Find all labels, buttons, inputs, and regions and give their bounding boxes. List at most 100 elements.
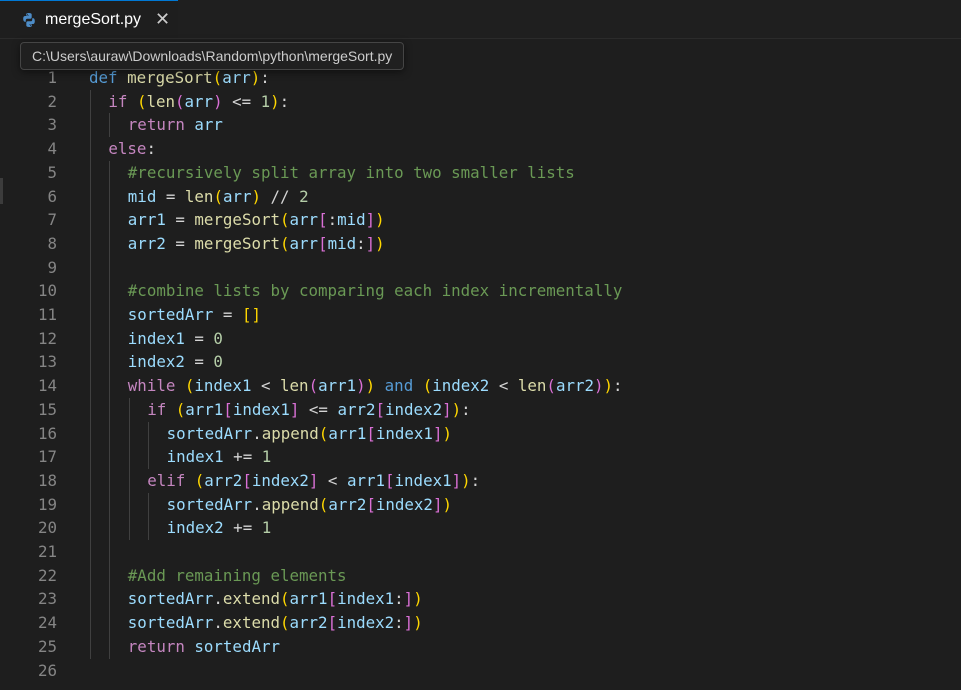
code-line[interactable]: 11 sortedArr = []: [0, 303, 961, 327]
code-line[interactable]: 22 #Add remaining elements: [0, 563, 961, 588]
indent-guide: [109, 279, 111, 304]
code-line[interactable]: 17 index1 += 1: [0, 445, 961, 470]
code-text: arr2 = mergeSort(arr[mid:]): [128, 232, 385, 256]
code-line[interactable]: 9: [0, 255, 961, 280]
line-number: 25: [37, 636, 57, 656]
code-line[interactable]: 12 index1 = 0: [0, 326, 961, 351]
code-text: while (index1 < len(arr1)) and (index2 <…: [128, 374, 623, 398]
code-token: return: [127, 115, 185, 135]
indent-guide: [109, 326, 111, 351]
code-line[interactable]: 15 if (arr1[index1] <= arr2[index2]):: [0, 397, 961, 422]
tab-mergesort[interactable]: mergeSort.py ✕: [0, 0, 178, 38]
code-token: len: [517, 376, 547, 396]
code-token: arr: [194, 115, 223, 135]
indent-guide: [90, 184, 91, 209]
code-token: while: [127, 376, 176, 396]
code-token: [: [327, 613, 338, 633]
code-token: ): [442, 423, 452, 443]
code-line[interactable]: 23 sortedArr.extend(arr1[index1:]): [0, 587, 961, 612]
code-line[interactable]: 10 #combine lists by comparing each index…: [0, 279, 961, 304]
line-number: 22: [37, 565, 57, 585]
line-number: 24: [37, 613, 57, 633]
code-token: extend: [222, 613, 280, 633]
line-number: 14: [37, 376, 57, 396]
code-line[interactable]: 3 return arr: [0, 113, 961, 138]
code-line[interactable]: 5 #recursively split array into two small…: [0, 160, 961, 185]
indent-guide: [90, 231, 91, 256]
code-token: :: [146, 139, 156, 159]
code-token: 1: [261, 518, 272, 538]
code-token: sortedArr: [166, 423, 253, 443]
code-token: mergeSort: [194, 210, 280, 230]
code-token: (: [212, 68, 223, 87]
code-token: index2: [166, 518, 224, 538]
line-number: 2: [47, 91, 57, 111]
indent-guide: [90, 563, 91, 588]
code-line[interactable]: 21: [0, 540, 961, 564]
indent-guide: [109, 492, 111, 517]
code-line[interactable]: 20 index2 += 1: [0, 516, 961, 541]
code-line[interactable]: 2 if (len(arr) <= 1):: [0, 89, 961, 114]
code-line[interactable]: 8 arr2 = mergeSort(arr[mid:]): [0, 231, 961, 256]
code-token: ): [375, 233, 385, 253]
code-token: 2: [299, 186, 309, 206]
indent-guide: [109, 540, 111, 564]
code-line[interactable]: 13 index2 = 0: [0, 350, 961, 375]
code-token: ): [451, 399, 462, 419]
code-line[interactable]: 25 return sortedArr: [0, 634, 961, 659]
code-token: #combine lists by comparing each index i…: [127, 281, 623, 301]
close-icon[interactable]: ✕: [155, 10, 170, 29]
code-token: arr1: [289, 589, 328, 609]
code-line[interactable]: 14 while (index1 < len(arr1)) and (index2…: [0, 374, 961, 399]
code-text: if (arr1[index1] <= arr2[index2]):: [147, 398, 470, 422]
line-number: 17: [37, 447, 57, 467]
code-token: arr1: [185, 399, 224, 419]
code-token: [: [242, 470, 252, 490]
code-token: .: [252, 423, 262, 443]
code-token: (: [318, 423, 329, 443]
code-line[interactable]: 16 sortedArr.append(arr1[index1]): [0, 421, 961, 446]
code-token: (: [213, 186, 223, 206]
code-token: sortedArr: [127, 589, 214, 609]
line-number: 10: [37, 281, 57, 301]
indent-guide: [90, 255, 91, 280]
code-line[interactable]: 24 sortedArr.extend(arr2[index2:]): [0, 611, 961, 636]
line-number: 8: [47, 233, 57, 253]
code-line[interactable]: 19 sortedArr.append(arr2[index2]): [0, 492, 961, 517]
code-token: def: [89, 68, 118, 87]
code-token: [: [318, 233, 328, 253]
code-token: <: [251, 376, 281, 396]
code-line[interactable]: 6 mid = len(arr) // 2: [0, 184, 961, 209]
code-line[interactable]: 26: [0, 659, 961, 683]
code-token: arr: [289, 210, 319, 230]
file-path-tooltip: C:\Users\auraw\Downloads\Random\python\m…: [20, 42, 405, 70]
indent-guide: [90, 89, 91, 114]
code-line[interactable]: 7 arr1 = mergeSort(arr[:mid]): [0, 208, 961, 233]
code-token: []: [241, 305, 261, 324]
code-token: arr1: [346, 470, 386, 490]
indent-guide: [90, 160, 91, 185]
indent-guide: [90, 326, 91, 351]
code-token: arr: [184, 91, 214, 111]
code-token: .: [252, 494, 262, 514]
code-token: sortedArr: [127, 613, 214, 633]
code-token: sortedArr: [127, 305, 214, 324]
code-token: =: [165, 233, 195, 253]
code-token: arr2: [337, 399, 376, 419]
code-token: len: [184, 186, 214, 206]
code-token: <=: [222, 91, 261, 111]
code-token: .: [213, 613, 223, 633]
code-token: ]: [442, 399, 452, 419]
code-editor[interactable]: 1 def mergeSort ( arr): 2 if (len(arr) <= 1):…: [0, 66, 961, 690]
code-token: (: [546, 376, 556, 396]
code-token: 1: [260, 91, 271, 111]
python-icon: [21, 12, 37, 28]
code-token: [: [366, 423, 376, 443]
code-line[interactable]: 4 else:: [0, 137, 961, 162]
code-token: arr1: [318, 376, 357, 396]
code-line[interactable]: 18 elif (arr2[index2] < arr1[index1]):: [0, 468, 961, 493]
code-token: [: [375, 399, 386, 419]
code-token: index2: [375, 494, 433, 514]
line-number: 18: [37, 470, 57, 490]
